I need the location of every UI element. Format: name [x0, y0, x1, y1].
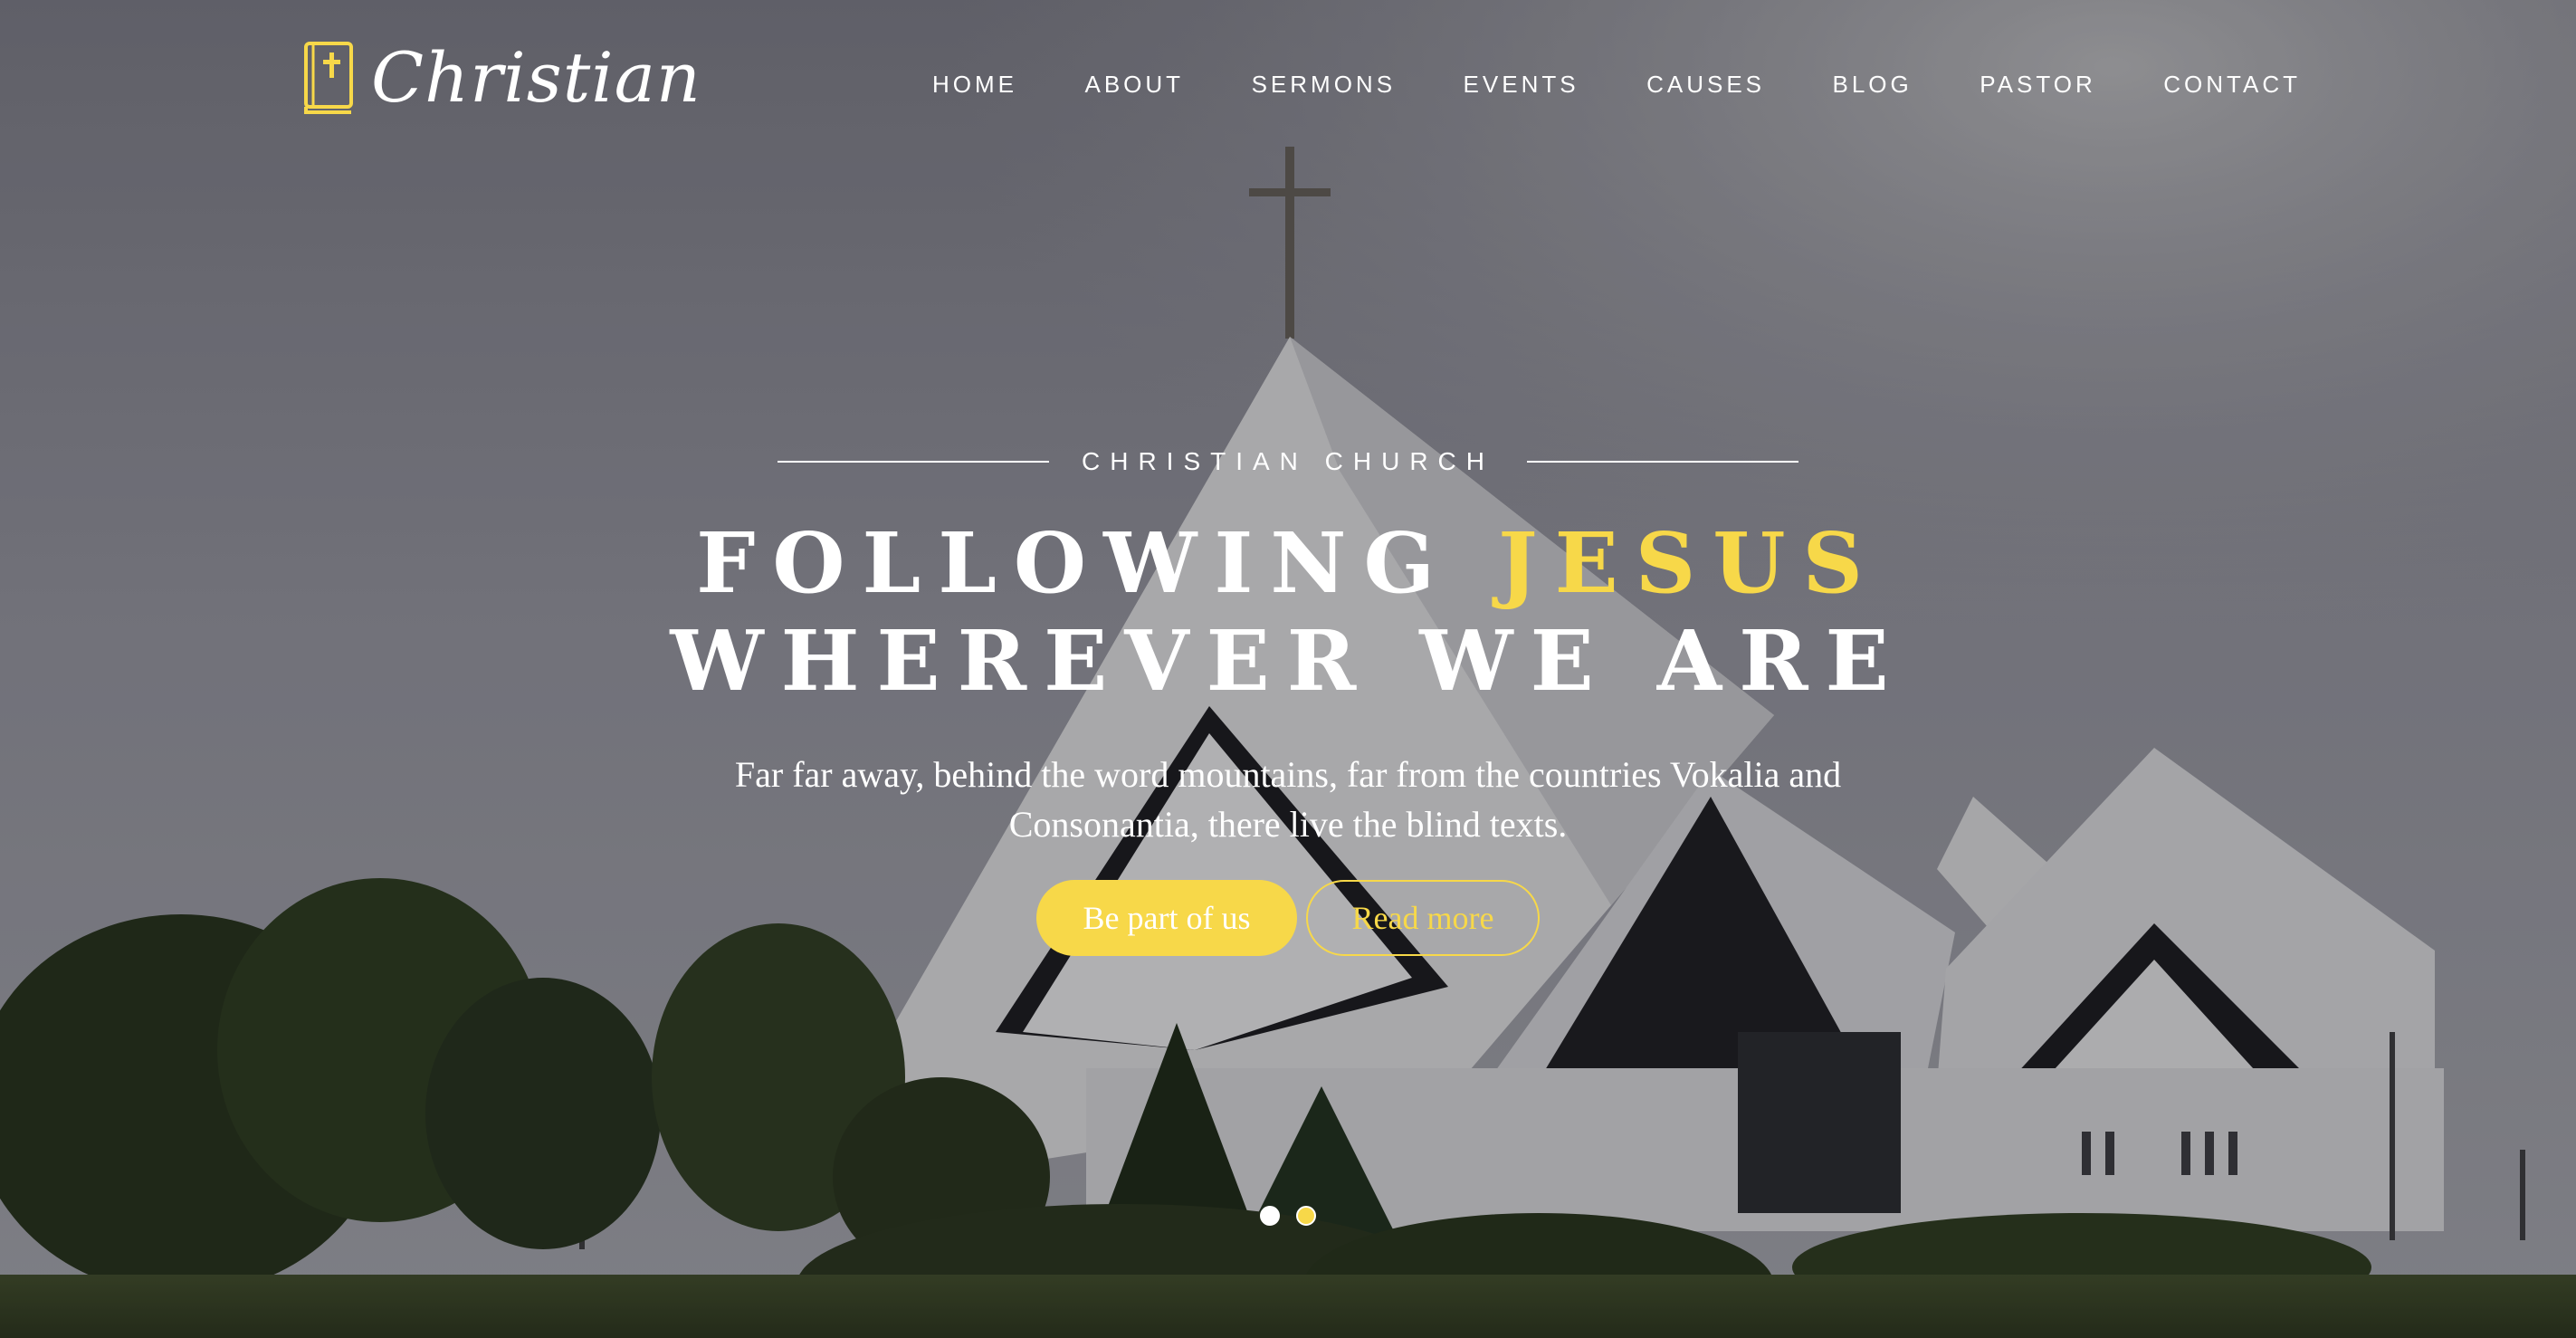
nav-home[interactable]: HOME [932, 71, 1017, 99]
slider-dot-1[interactable] [1260, 1206, 1280, 1226]
eyebrow-divider-left [778, 461, 1049, 463]
main-navigation: HOME ABOUT SERMONS EVENTS CAUSES BLOG PA… [932, 71, 2301, 99]
brand-logo[interactable]: Christian [301, 40, 701, 116]
nav-pastor[interactable]: PASTOR [1980, 71, 2096, 99]
nav-blog[interactable]: BLOG [1833, 71, 1913, 99]
eyebrow-text: CHRISTIAN CHURCH [1082, 447, 1494, 475]
slider-dots [0, 1206, 2576, 1226]
headline-line2: WHEREVER WE ARE [670, 612, 1906, 710]
nav-causes[interactable]: CAUSES [1646, 71, 1765, 99]
nav-events[interactable]: EVENTS [1464, 71, 1579, 99]
nav-about[interactable]: ABOUT [1085, 71, 1185, 99]
brand-name: Christian [371, 37, 701, 118]
nav-sermons[interactable]: SERMONS [1252, 71, 1396, 99]
read-more-button[interactable]: Read more [1306, 880, 1540, 956]
slider-dot-2[interactable] [1296, 1206, 1316, 1226]
headline-part1: FOLLOWING [696, 514, 1499, 612]
hero-section: Christian HOME ABOUT SERMONS EVENTS CAUS… [0, 0, 2576, 1338]
subtitle-line1: Far far away, behind the word mountains,… [734, 754, 1842, 795]
headline-highlight: JESUS [1498, 514, 1880, 612]
bible-icon [304, 42, 353, 114]
nav-contact[interactable]: CONTACT [2163, 71, 2301, 99]
be-part-of-us-button[interactable]: Be part of us [1036, 880, 1297, 956]
eyebrow-row: CHRISTIAN CHURCH [0, 447, 2576, 476]
eyebrow-divider-right [1527, 461, 1798, 463]
hero-buttons: Be part of us Read more [0, 880, 2576, 956]
subtitle-line2: Consonantia, there live the blind texts. [1008, 804, 1568, 845]
hero-headline: FOLLOWING JESUS WHEREVER WE ARE [0, 514, 2576, 710]
hero-subtitle: Far far away, behind the word mountains,… [0, 750, 2576, 849]
